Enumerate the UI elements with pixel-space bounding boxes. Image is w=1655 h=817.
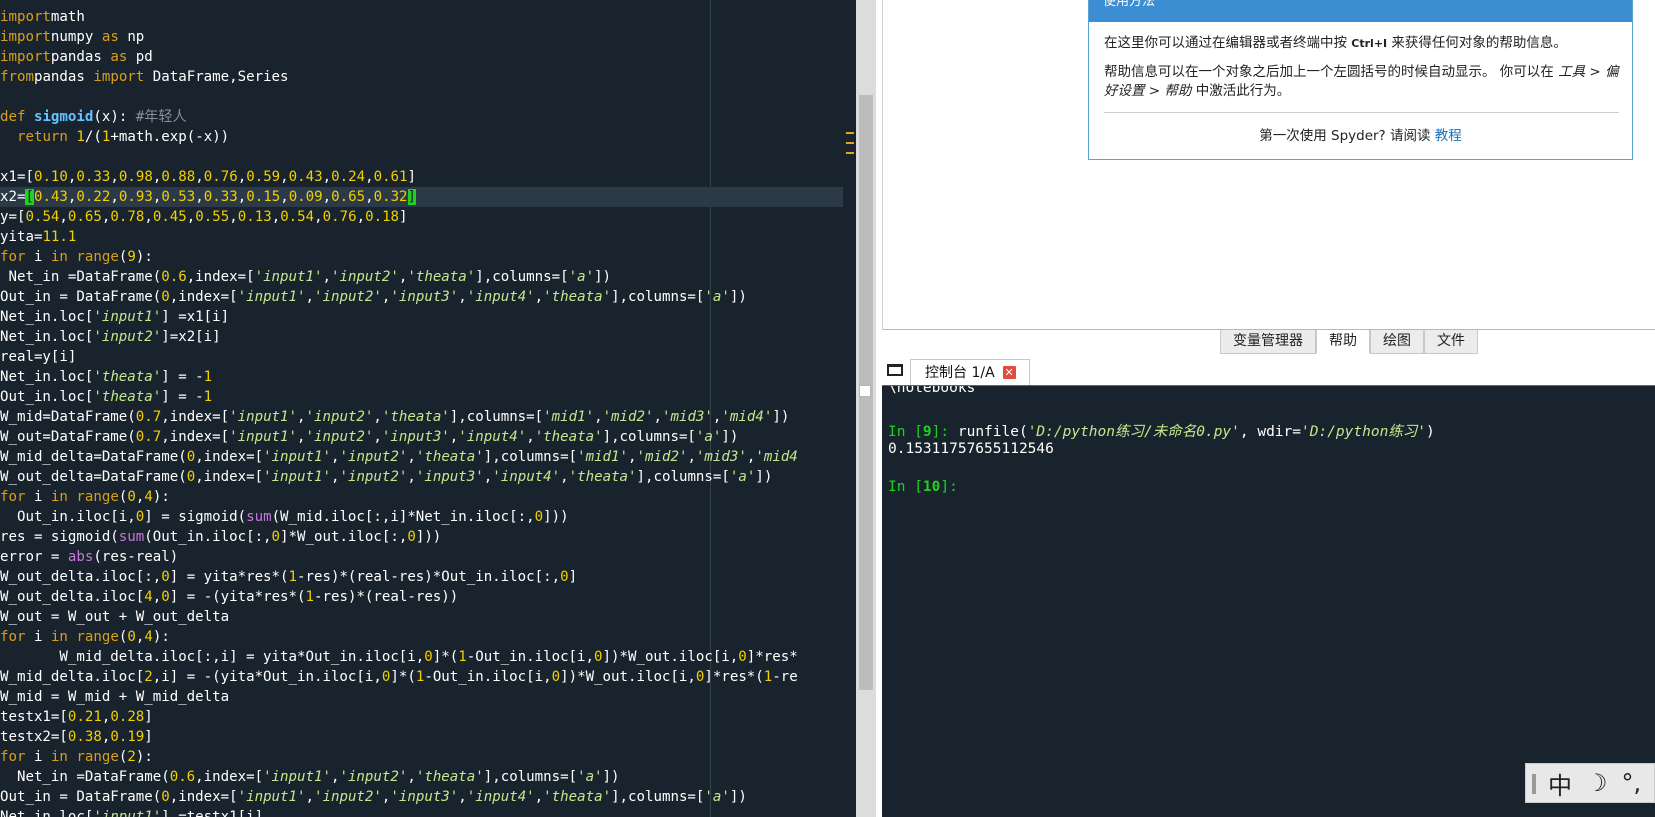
code-line[interactable]: error = abs(res-real) — [0, 547, 843, 567]
code-line[interactable] — [0, 87, 843, 107]
console-tab-label: 控制台 1/A — [925, 364, 995, 381]
code-line[interactable]: Net_in =DataFrame(0.6,index=['input1','i… — [0, 767, 843, 787]
code-line[interactable]: Out_in.iloc[i,0] = sigmoid(sum(W_mid.ilo… — [0, 507, 843, 527]
code-line[interactable]: importmath — [0, 7, 843, 27]
code-line[interactable]: x1=[0.10,0.33,0.98,0.88,0.76,0.59,0.43,0… — [0, 167, 843, 187]
code-line[interactable]: W_mid_delta.iloc[2,i] = -(yita*Out_in.il… — [0, 667, 843, 687]
help-footer: 第一次使用 Spyder? 请阅读 教程 — [1089, 124, 1632, 144]
code-analysis-marker[interactable] — [846, 132, 854, 134]
code-line[interactable]: for i in range(2): — [0, 747, 843, 767]
code-line[interactable]: W_out_delta.iloc[:,0] = yita*res*(1-res)… — [0, 567, 843, 587]
code-line[interactable]: for i in range(0,4): — [0, 487, 843, 507]
tutorial-link[interactable]: 教程 — [1435, 128, 1462, 144]
ime-toolbar[interactable]: 中 ☽ °, — [1525, 763, 1655, 803]
code-line[interactable]: importpandas as pd — [0, 47, 843, 67]
code-line[interactable]: W_out_delta=DataFrame(0,index=['input1',… — [0, 467, 843, 487]
code-line[interactable] — [0, 147, 843, 167]
tab-variable-explorer[interactable]: 变量管理器 — [1220, 330, 1316, 354]
ime-punctuation-toggle[interactable]: °, — [1622, 769, 1642, 797]
pane-tabbar: 变量管理器 帮助 绘图 文件 — [1220, 330, 1478, 354]
code-line[interactable]: Net_in.loc['input2']=x2[i] — [0, 327, 843, 347]
code-analysis-marker[interactable] — [846, 152, 854, 154]
ime-drag-handle[interactable] — [1532, 774, 1536, 794]
code-line[interactable]: for i in range(0,4): — [0, 627, 843, 647]
code-line[interactable]: Net_in.loc['input1'] =testx1[i] — [0, 807, 843, 817]
shortcut-key: Ctrl+I — [1351, 37, 1388, 50]
ime-mode-toggle[interactable]: 中 — [1548, 766, 1572, 801]
code-line[interactable]: return 1/(1+math.exp(-x)) — [0, 127, 843, 147]
tab-help[interactable]: 帮助 — [1316, 330, 1370, 354]
help-para1-end: 来获得任何对象的帮助信息。 — [1387, 35, 1567, 51]
code-line[interactable]: y=[0.54,0.65,0.78,0.45,0.55,0.13,0.54,0.… — [0, 207, 843, 227]
console-current-prompt[interactable]: In [10]: — [888, 479, 958, 495]
help-usage-box: 使用方法 在这里你可以通过在编辑器或者终端中按 Ctrl+I 来获得任何对象的帮… — [1088, 0, 1633, 160]
help-para2-text: 帮助信息可以在一个对象之后加上一个左圆括号的时候自动显示。 你可以在 — [1104, 64, 1559, 80]
help-paragraph-1: 在这里你可以通过在编辑器或者终端中按 Ctrl+I 来获得任何对象的帮助信息。 — [1104, 34, 1624, 53]
code-analysis-marker[interactable] — [846, 142, 854, 144]
close-icon[interactable]: ✕ — [1002, 366, 1016, 379]
code-line[interactable]: W_mid = W_mid + W_mid_delta — [0, 687, 843, 707]
code-line[interactable]: Out_in = DataFrame(0,index=['input1','in… — [0, 787, 843, 807]
console-tabbar: 控制台 1/A ✕ — [882, 356, 1655, 385]
code-line[interactable]: W_out_delta.iloc[4,0] = -(yita*res*(1-re… — [0, 587, 843, 607]
code-line[interactable]: for i in range(9): — [0, 247, 843, 267]
code-editor[interactable]: importmath importnumpy as np importpandas … — [0, 0, 856, 817]
code-line[interactable]: yita=11.1 — [0, 227, 843, 247]
console-prompt: In [9]: — [888, 424, 958, 440]
code-line[interactable]: Net_in =DataFrame(0.6,index=['input1','i… — [0, 267, 843, 287]
code-line[interactable]: res = sigmoid(sum(Out_in.iloc[:,0]*W_out… — [0, 527, 843, 547]
tab-files[interactable]: 文件 — [1424, 330, 1478, 354]
code-line[interactable]: importnumpy as np — [0, 27, 843, 47]
code-lines[interactable]: importmath importnumpy as np importpandas … — [0, 7, 843, 817]
code-line[interactable]: def sigmoid(x): #年轻人 — [0, 107, 843, 127]
code-line[interactable]: W_mid_delta.iloc[:,i] = yita*Out_in.iloc… — [0, 647, 843, 667]
help-footer-text: 第一次使用 Spyder? 请阅读 — [1259, 128, 1435, 144]
console-input-line: In [9]: runfile('D:/python练习/未命名0.py', w… — [888, 424, 1435, 440]
help-para1-text: 在这里你可以通过在编辑器或者终端中按 — [1104, 35, 1352, 51]
help-divider — [1104, 112, 1619, 113]
tab-plots[interactable]: 绘图 — [1370, 330, 1424, 354]
ime-fullwidth-toggle[interactable]: ☽ — [1586, 769, 1608, 797]
code-line[interactable]: W_mid=DataFrame(0.7,index=['input1','inp… — [0, 407, 843, 427]
code-line[interactable]: frompandas import DataFrame,Series — [0, 67, 843, 87]
code-line[interactable]: testx1=[0.21,0.28] — [0, 707, 843, 727]
code-line[interactable]: Out_in.loc['theata'] = -1 — [0, 387, 843, 407]
code-line[interactable]: x2=[0.43,0.22,0.93,0.53,0.33,0.15,0.09,0… — [0, 187, 843, 207]
console-result: 0.15311757655112546 — [888, 441, 1054, 457]
folder-icon[interactable] — [887, 364, 903, 376]
help-paragraph-2: 帮助信息可以在一个对象之后加上一个左圆括号的时候自动显示。 你可以在 工具 > … — [1104, 63, 1624, 101]
code-line[interactable]: W_mid_delta=DataFrame(0,index=['input1',… — [0, 447, 843, 467]
code-line[interactable]: testx2=[0.38,0.19] — [0, 727, 843, 747]
code-line[interactable]: Net_in.loc['input1'] =x1[i] — [0, 307, 843, 327]
help-usage-title: 使用方法 — [1089, 0, 1632, 22]
code-line[interactable]: Net_in.loc['theata'] = -1 — [0, 367, 843, 387]
ipython-console[interactable]: \notebooks` In [9]: runfile('D:/python练习… — [882, 385, 1655, 817]
help-para2-end: 中激活此行为。 — [1191, 83, 1291, 99]
code-line[interactable]: real=y[i] — [0, 347, 843, 367]
code-line[interactable]: W_out=DataFrame(0.7,index=['input1','inp… — [0, 427, 843, 447]
console-output-line: \notebooks` — [888, 385, 985, 396]
splitter-handle[interactable] — [859, 385, 871, 397]
code-line[interactable]: Out_in = DataFrame(0,index=['input1','in… — [0, 287, 843, 307]
code-line[interactable]: W_out = W_out + W_out_delta — [0, 607, 843, 627]
console-tab[interactable]: 控制台 1/A ✕ — [910, 359, 1030, 385]
